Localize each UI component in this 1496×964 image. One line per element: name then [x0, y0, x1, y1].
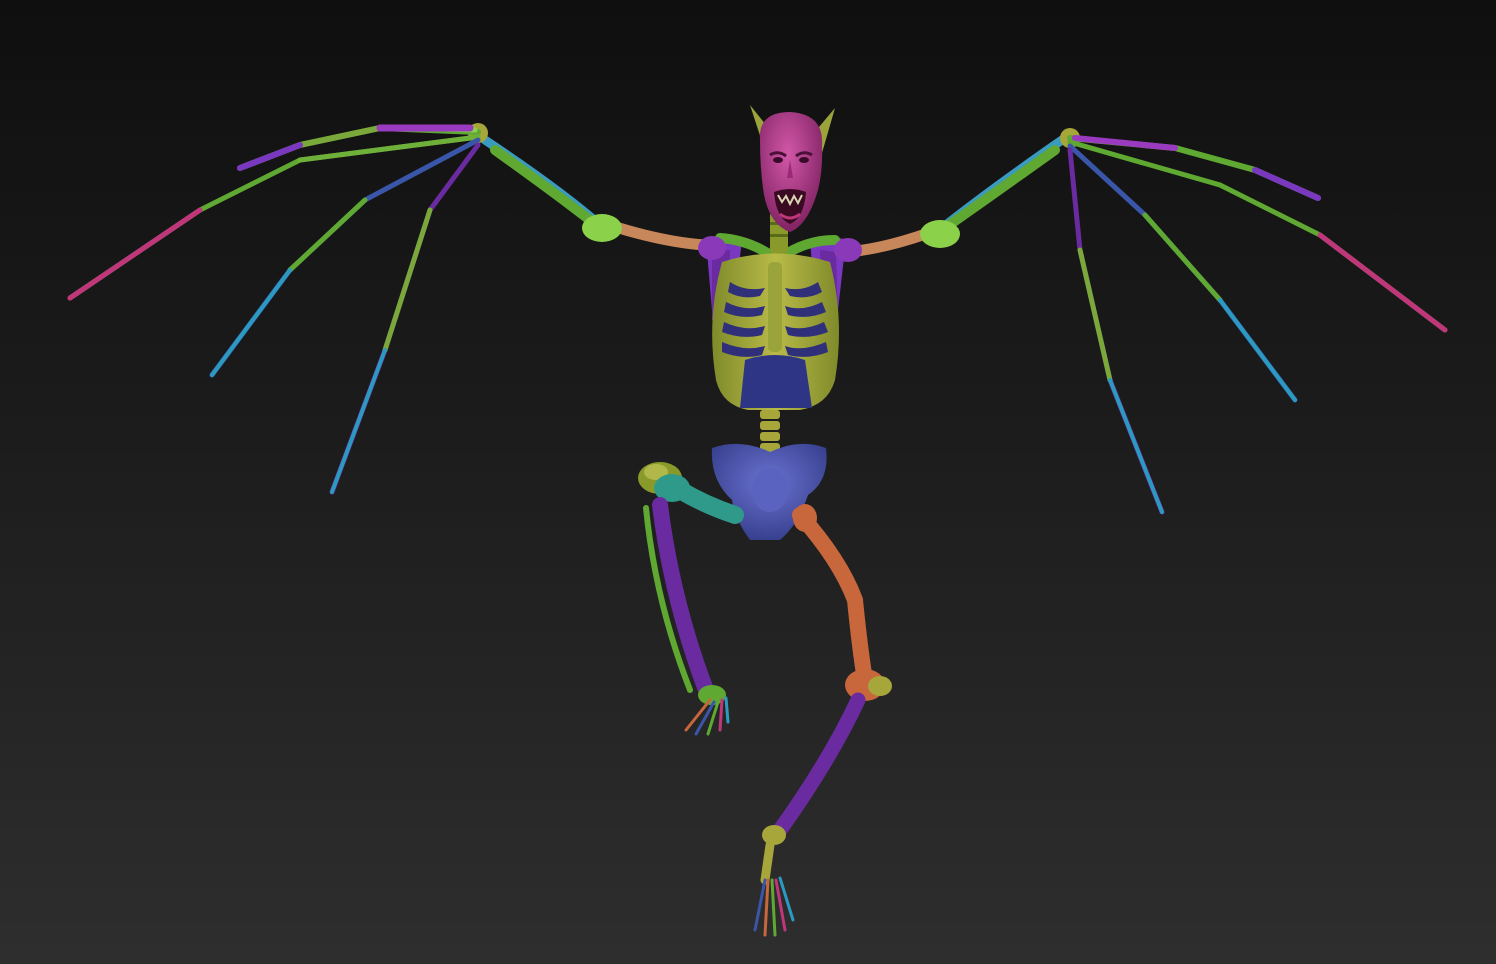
3d-viewport[interactable]: [0, 0, 1496, 964]
left-digit-4: [329, 142, 481, 495]
left-digit-3: [209, 137, 481, 378]
right-wing: [842, 128, 1448, 515]
skeleton-render: [67, 105, 1448, 937]
right-leg: [753, 504, 892, 937]
skull: [750, 105, 835, 232]
left-leg: [638, 462, 744, 736]
lumbar-spine: [760, 410, 780, 452]
right-digit-1: [1067, 135, 1321, 201]
right-femur: [792, 507, 873, 688]
right-tibia: [772, 692, 866, 838]
ribcage: [712, 253, 839, 410]
right-digit-4: [1067, 147, 1165, 515]
left-wing: [67, 123, 711, 495]
left-digit-2: [67, 134, 481, 301]
sternum: [768, 262, 782, 352]
